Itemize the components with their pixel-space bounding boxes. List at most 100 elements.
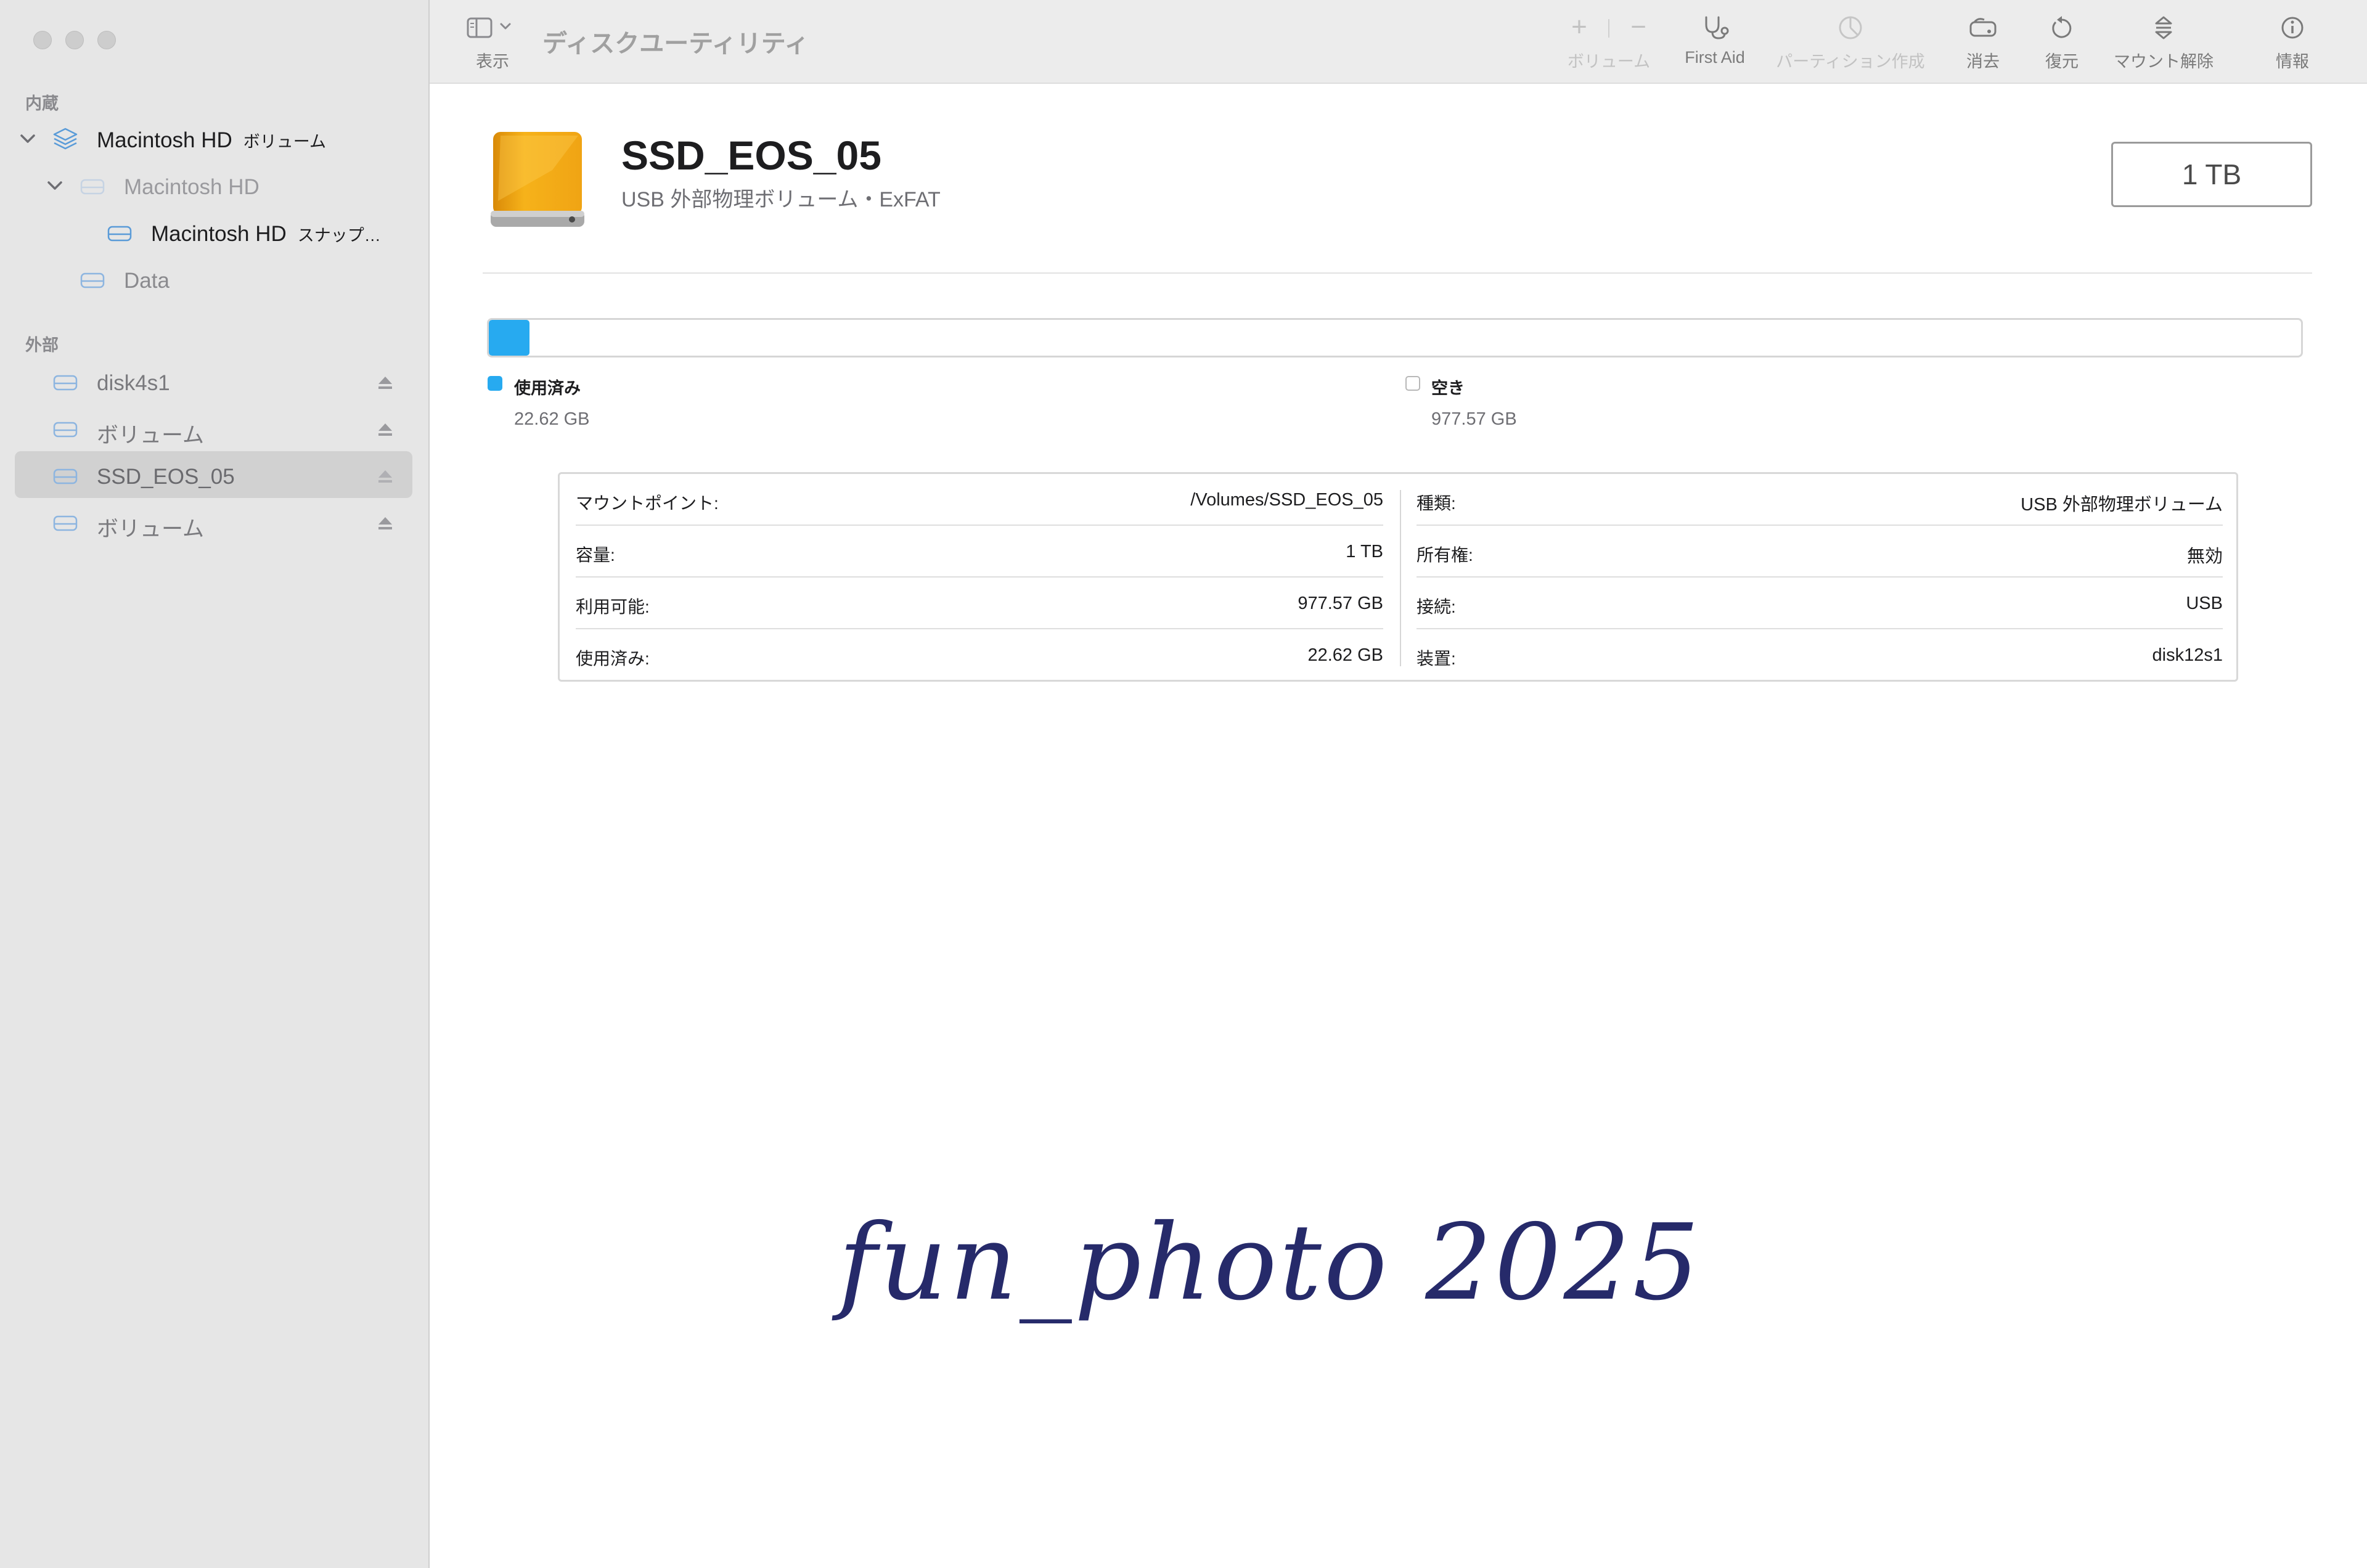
info-row-device: 装置: disk12s1 (1417, 629, 2223, 681)
info-key: 容量: (576, 545, 615, 565)
external-drive-icon (491, 132, 584, 227)
unmount-label: マウント解除 (2114, 52, 2214, 71)
sidebar-item-label: Macintosh HD ボリューム (97, 128, 326, 152)
close-window-button[interactable] (33, 31, 52, 49)
info-key: 使用済み: (576, 649, 650, 668)
eject-icon[interactable] (377, 422, 394, 438)
info-button[interactable]: 情報 (2268, 15, 2317, 72)
info-value: disk12s1 (2152, 645, 2223, 665)
info-key: マウントポイント: (576, 494, 719, 513)
external-section-header: 外部 (25, 336, 59, 354)
sidebar-toggle-icon (467, 17, 511, 38)
drive-icon (53, 515, 78, 531)
sidebar-item-label: ボリューム (97, 423, 204, 447)
pie-chart-icon (1839, 16, 1862, 39)
info-value: /Volumes/SSD_EOS_05 (1190, 490, 1383, 510)
info-table-divider (1400, 490, 1401, 666)
volume-info-table: マウントポイント: /Volumes/SSD_EOS_05 容量: 1 TB 利… (558, 472, 2238, 682)
sidebar-item-label: Macintosh HD (124, 175, 260, 199)
info-value: USB 外部物理ボリューム (2021, 495, 2223, 515)
restore-label: 復元 (2045, 52, 2079, 71)
info-icon (2281, 17, 2304, 39)
sidebar-item-macintosh-hd-container[interactable]: Macintosh HD ボリューム (0, 117, 430, 161)
volume-subtitle: USB 外部物理ボリューム・ExFAT (621, 188, 941, 211)
used-legend-swatch (488, 376, 502, 391)
sidebar-item-disk4s1[interactable]: disk4s1 (0, 360, 430, 404)
info-value: 無効 (2186, 547, 2223, 566)
info-key: 種類: (1417, 494, 1456, 513)
main-content (430, 0, 2367, 1568)
free-legend-label: 空き (1431, 379, 1465, 398)
free-legend-value: 977.57 GB (1431, 409, 1517, 429)
info-row-connection: 接続: USB (1417, 578, 2223, 629)
info-row-capacity: 容量: 1 TB (576, 526, 1383, 578)
capacity-badge: 1 TB (2111, 142, 2312, 207)
chevron-down-icon[interactable] (18, 129, 37, 148)
info-value: USB (2186, 594, 2223, 613)
usage-bar-used-fill (489, 320, 530, 356)
partition-label: パーティション作成 (1776, 52, 1925, 71)
drive-icon (53, 468, 78, 484)
minimize-window-button[interactable] (65, 31, 84, 49)
info-row-ownership: 所有権: 無効 (1417, 526, 2223, 578)
remove-volume-icon[interactable]: − (1630, 12, 1646, 42)
unmount-button[interactable]: マウント解除 (2111, 15, 2216, 72)
sidebar-item-label: ボリューム (97, 517, 204, 541)
info-row-used: 使用済み: 22.62 GB (576, 629, 1383, 681)
drive-icon (53, 422, 78, 438)
first-aid-button[interactable]: First Aid (1675, 15, 1755, 67)
stack-layers-icon (53, 128, 78, 150)
info-key: 所有権: (1417, 545, 1473, 565)
unmount-icon (2155, 16, 2172, 39)
info-key: 接続: (1417, 597, 1456, 616)
drive-icon (80, 272, 105, 288)
sidebar-item-label: Data (124, 269, 170, 293)
sidebar-item-volume[interactable]: ボリューム (0, 407, 430, 451)
volume-add-remove-button[interactable]: + − ボリューム (1563, 12, 1655, 72)
drive-icon (80, 179, 105, 195)
first-aid-label: First Aid (1685, 48, 1745, 67)
sidebar-item-ssd-eos-05[interactable]: SSD_EOS_05 (0, 454, 430, 498)
sidebar-item-macintosh-hd-snapshot[interactable]: Macintosh HD スナップ… (0, 211, 430, 255)
sidebar: 内蔵 Macintosh HD ボリューム Macintosh HD Macint… (0, 0, 430, 1568)
sidebar-item-data[interactable]: Data (0, 258, 430, 302)
sidebar-item-label: disk4s1 (97, 371, 170, 395)
view-button[interactable]: 表示 (463, 15, 522, 72)
restore-icon (2052, 16, 2072, 38)
zoom-window-button[interactable] (97, 31, 116, 49)
volume-label: ボリューム (1567, 52, 1651, 71)
info-key: 装置: (1417, 649, 1456, 668)
sidebar-item-volume-2[interactable]: ボリューム (0, 500, 430, 545)
erase-button[interactable]: 消去 (1958, 15, 2008, 72)
app-title: ディスクユーティリティ (542, 30, 809, 57)
info-label: 情報 (2276, 52, 2309, 71)
sidebar-item-macintosh-hd-volume[interactable]: Macintosh HD (0, 164, 430, 208)
eraser-icon (1969, 18, 1997, 37)
drive-icon (107, 226, 132, 242)
eject-icon[interactable] (377, 468, 394, 484)
toolbar: 表示 ディスクユーティリティ + − ボリューム First Aid パーティシ… (430, 0, 2367, 84)
partition-button[interactable]: パーティション作成 (1773, 15, 1928, 72)
info-row-type: 種類: USB 外部物理ボリューム (1417, 474, 2223, 526)
header-divider (483, 272, 2312, 274)
eject-icon[interactable] (377, 515, 394, 531)
erase-label: 消去 (1966, 52, 2000, 71)
sidebar-item-suffix: スナップ… (297, 226, 381, 245)
chevron-down-icon[interactable] (46, 176, 64, 195)
usage-bar (487, 318, 2303, 357)
sidebar-item-label: Macintosh HD スナップ… (151, 222, 381, 246)
drive-icon (53, 375, 78, 391)
sidebar-item-suffix: ボリューム (243, 133, 326, 151)
restore-button[interactable]: 復元 (2037, 15, 2087, 72)
info-value: 977.57 GB (1298, 594, 1383, 613)
free-legend-swatch (1405, 376, 1420, 391)
used-legend-value: 22.62 GB (514, 409, 590, 429)
info-value: 1 TB (1346, 542, 1383, 561)
info-key: 利用可能: (576, 597, 650, 616)
eject-icon[interactable] (377, 375, 394, 391)
info-row-mount-point: マウントポイント: /Volumes/SSD_EOS_05 (576, 474, 1383, 526)
info-row-available: 利用可能: 977.57 GB (576, 578, 1383, 629)
view-label: 表示 (476, 52, 509, 71)
volume-name: SSD_EOS_05 (621, 133, 881, 178)
add-volume-icon[interactable]: + (1571, 12, 1587, 42)
